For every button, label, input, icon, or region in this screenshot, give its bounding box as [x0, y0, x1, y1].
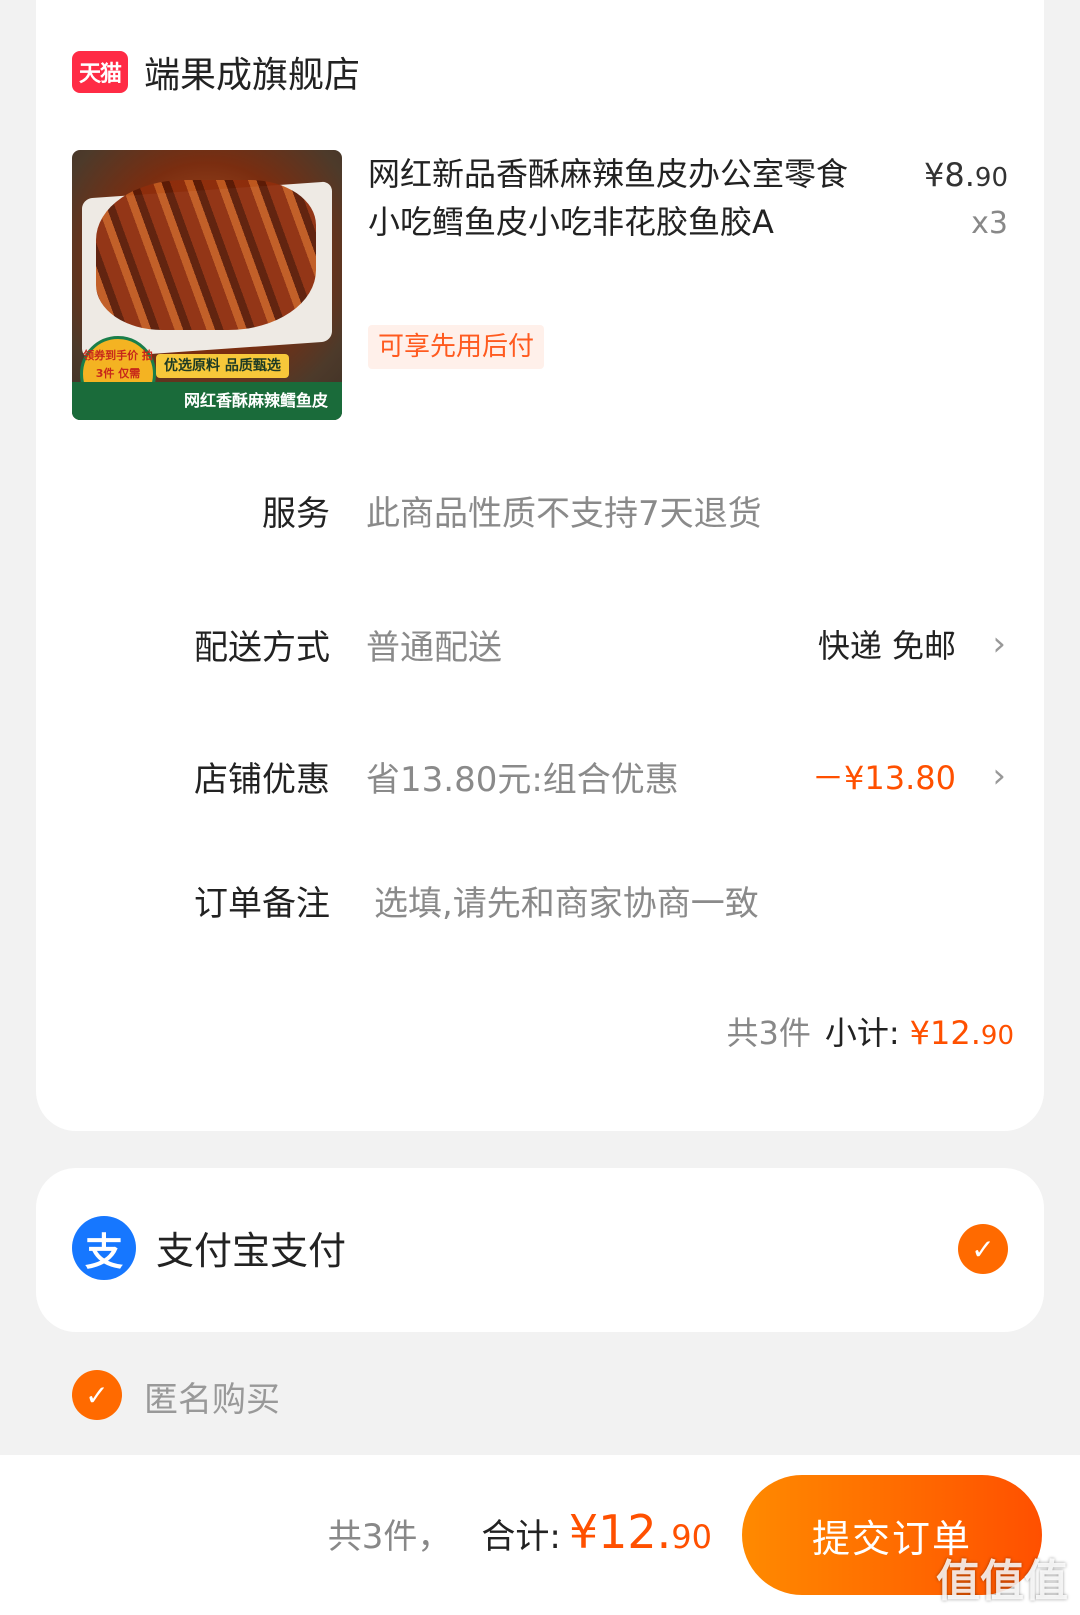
image-quality-tag: 优选原料 品质甄选 [156, 354, 289, 378]
subtotal-amount: ¥12.90 [910, 1014, 1014, 1052]
subtotal-main: ¥12. [909, 1014, 981, 1052]
anonymous-label[interactable]: 匿名购买 [144, 1372, 280, 1421]
note-label: 订单备注 [194, 883, 330, 924]
image-food [96, 180, 316, 330]
service-label: 服务 [262, 493, 330, 534]
total-cents: 90 [671, 1518, 712, 1556]
total-amount: ¥12.90 [569, 1505, 712, 1559]
order-note-row[interactable]: 订单备注 选填,请先和商家协商一致 [36, 870, 1044, 930]
delivery-method: 快递 免邮 [817, 627, 956, 665]
subtotal-label: 小计: [824, 1014, 900, 1052]
order-note-input[interactable]: 选填,请先和商家协商一致 [374, 876, 759, 925]
price-cents: 90 [974, 163, 1008, 193]
discount-value: 省13.80元:组合优惠 [366, 759, 679, 800]
alipay-icon: 支 [72, 1216, 136, 1280]
total-label: 合计: [481, 1517, 561, 1557]
delivery-value: 普通配送 [366, 627, 502, 668]
product-quantity: x3 [971, 206, 1008, 241]
discount-label: 店铺优惠 [194, 759, 330, 800]
buy-now-pay-later-tag: 可享先用后付 [368, 325, 545, 369]
chevron-right-icon[interactable]: › [992, 756, 1006, 796]
tmall-logo-icon: 天猫 [72, 51, 128, 93]
store-discount-row[interactable]: 店铺优惠 省13.80元:组合优惠 －¥13.80 › [36, 746, 1044, 806]
total-count: 共3件， [327, 1517, 452, 1557]
order-card: 天猫 端果成旗舰店 领券到手价 拍3件 仅需12.9 优选原料 品质甄选 网红香… [36, 0, 1044, 1131]
delivery-row[interactable]: 配送方式 普通配送 快递 免邮 › [36, 614, 1044, 674]
delivery-label: 配送方式 [194, 627, 330, 668]
bottom-bar: 共3件， 合计: ¥12.90 提交订单 值值值 [0, 1455, 1080, 1615]
store-name[interactable]: 端果成旗舰店 [144, 46, 360, 98]
price-main: ¥8. [924, 156, 975, 194]
product-price: ¥8.90 [924, 156, 1008, 194]
watermark: 值值值 [936, 1556, 1068, 1607]
service-value: 此商品性质不支持7天退货 [366, 493, 762, 534]
product-title[interactable]: 网红新品香酥麻辣鱼皮办公室零食小吃鳕鱼皮小吃非花胶鱼胶A [368, 150, 868, 246]
subtotal-count: 共3件 [726, 1014, 811, 1052]
discount-amount: －¥13.80 [812, 759, 956, 797]
subtotal: 共3件 小计: ¥12.90 [726, 1008, 1014, 1054]
image-caption: 网红香酥麻辣鳕鱼皮 [72, 382, 342, 420]
payment-card[interactable]: 支 支付宝支付 ✓ [36, 1168, 1044, 1332]
service-row: 服务 此商品性质不支持7天退货 [36, 480, 1044, 540]
store-header[interactable]: 天猫 端果成旗舰店 [72, 42, 360, 102]
anonymous-checkbox[interactable]: ✓ [72, 1370, 122, 1420]
product-image[interactable]: 领券到手价 拍3件 仅需12.9 优选原料 品质甄选 网红香酥麻辣鳕鱼皮 [72, 150, 342, 420]
subtotal-cents: 90 [980, 1021, 1014, 1051]
total-summary: 共3件， 合计: ¥12.90 [328, 1505, 712, 1559]
alipay-label: 支付宝支付 [156, 1229, 347, 1273]
chevron-right-icon[interactable]: › [992, 624, 1006, 664]
checkmark-icon[interactable]: ✓ [958, 1224, 1008, 1274]
total-main: ¥12. [568, 1505, 672, 1559]
